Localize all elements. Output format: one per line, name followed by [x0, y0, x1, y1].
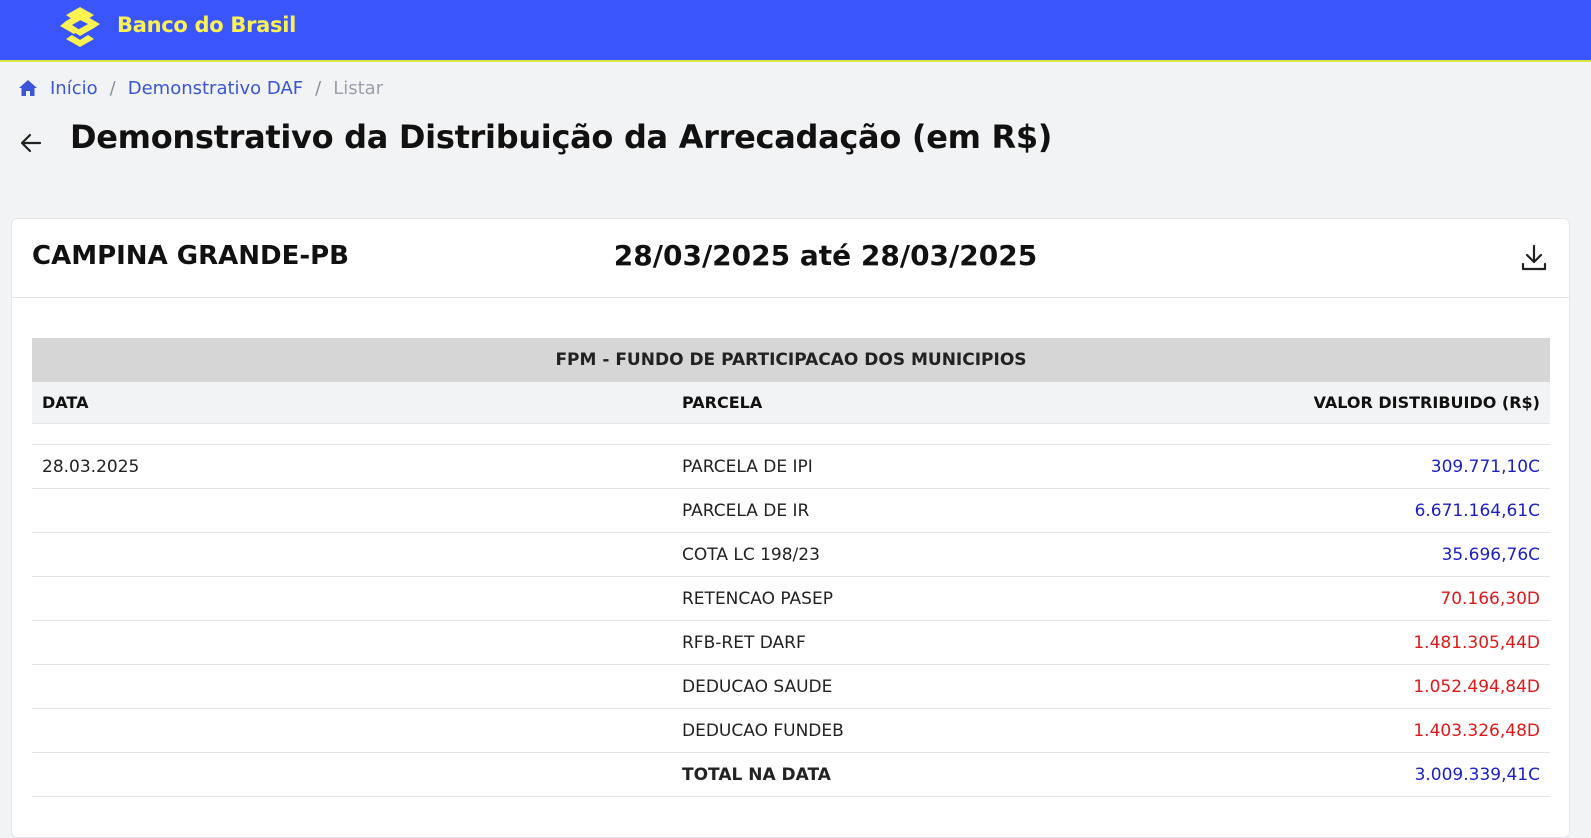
- period-label: 28/03/2025 até 28/03/2025: [613, 239, 1038, 272]
- home-icon[interactable]: [18, 78, 38, 98]
- distribution-table: FPM - FUNDO DE PARTICIPACAO DOS MUNICIPI…: [32, 338, 1550, 797]
- breadcrumb-current: Listar: [333, 77, 384, 99]
- cell-parcela: PARCELA DE IR: [682, 501, 810, 521]
- cell-data: 28.03.2025: [42, 457, 140, 477]
- cell-valor: 35.696,76C: [1441, 545, 1540, 565]
- cell-valor: 6.671.164,61C: [1414, 501, 1540, 521]
- column-header-parcela: PARCELA: [682, 393, 763, 412]
- table-row: DEDUCAO FUNDEB 1.403.326,48D: [32, 709, 1550, 753]
- bb-logo-icon[interactable]: [58, 5, 102, 49]
- cell-parcela: PARCELA DE IPI: [682, 457, 813, 477]
- table-row: 28.03.2025 PARCELA DE IPI 309.771,10C: [32, 445, 1550, 489]
- column-header-data: DATA: [42, 393, 89, 412]
- cell-valor: 70.166,30D: [1440, 589, 1540, 609]
- table-spacer: [32, 424, 1550, 445]
- table-row-total: TOTAL NA DATA 3.009.339,41C: [32, 753, 1550, 797]
- brand-name[interactable]: Banco do Brasil: [117, 13, 296, 37]
- breadcrumb-home[interactable]: Início: [50, 78, 98, 99]
- cell-valor: 309.771,10C: [1430, 457, 1540, 477]
- table-header: DATA PARCELA VALOR DISTRIBUIDO (R$): [32, 382, 1550, 424]
- breadcrumb-separator: /: [315, 77, 322, 99]
- breadcrumb: Início / Demonstrativo DAF / Listar: [18, 76, 383, 100]
- section-title: FPM - FUNDO DE PARTICIPACAO DOS MUNICIPI…: [32, 338, 1550, 382]
- cell-valor: 1.052.494,84D: [1413, 677, 1540, 697]
- column-header-valor: VALOR DISTRIBUIDO (R$): [1313, 393, 1540, 412]
- breadcrumb-demonstrativo-daf[interactable]: Demonstrativo DAF: [128, 78, 303, 99]
- cell-valor: 1.481.305,44D: [1413, 633, 1540, 653]
- table-row: DEDUCAO SAUDE 1.052.494,84D: [32, 665, 1550, 709]
- breadcrumb-separator: /: [109, 77, 116, 99]
- table-row: RFB-RET DARF 1.481.305,44D: [32, 621, 1550, 665]
- table-row: PARCELA DE IR 6.671.164,61C: [32, 489, 1550, 533]
- table-row: COTA LC 198/23 35.696,76C: [32, 533, 1550, 577]
- arrow-left-icon[interactable]: [18, 130, 44, 156]
- cell-parcela: RFB-RET DARF: [682, 633, 806, 653]
- cell-valor-total: 3.009.339,41C: [1414, 765, 1540, 785]
- cell-parcela-total: TOTAL NA DATA: [682, 765, 831, 785]
- report-card: CAMPINA GRANDE-PB 28/03/2025 até 28/03/2…: [11, 218, 1570, 838]
- table-row: RETENCAO PASEP 70.166,30D: [32, 577, 1550, 621]
- page-title: Demonstrativo da Distribuição da Arrecad…: [70, 118, 1053, 156]
- cell-parcela: RETENCAO PASEP: [682, 589, 833, 609]
- cell-parcela: COTA LC 198/23: [682, 545, 820, 565]
- cell-parcela: DEDUCAO SAUDE: [682, 677, 833, 697]
- report-header: CAMPINA GRANDE-PB 28/03/2025 até 28/03/2…: [12, 219, 1569, 298]
- cell-valor: 1.403.326,48D: [1413, 721, 1540, 741]
- cell-parcela: DEDUCAO FUNDEB: [682, 721, 844, 741]
- top-bar: Banco do Brasil: [0, 0, 1591, 62]
- download-icon[interactable]: [1519, 243, 1549, 273]
